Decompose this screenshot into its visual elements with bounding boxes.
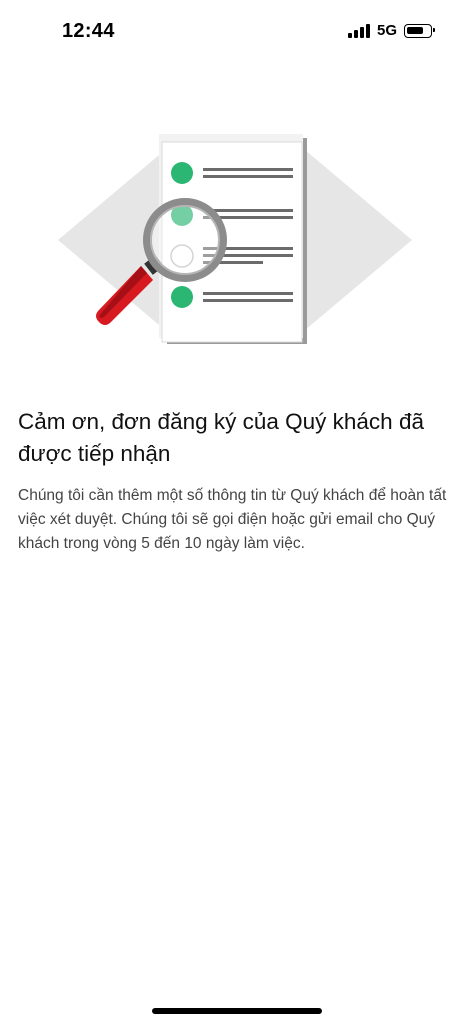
status-indicators: 5G bbox=[347, 22, 435, 39]
confirmation-title: Cảm ơn, đơn đăng ký của Quý khách đã đượ… bbox=[18, 409, 424, 466]
check-dot-4 bbox=[171, 286, 193, 308]
confirmation-description: Chúng tôi cần thêm một số thông tin từ Q… bbox=[18, 487, 447, 552]
network-type: 5G bbox=[376, 22, 397, 39]
document-review-illustration bbox=[55, 130, 415, 350]
status-bar: 12:44 5G bbox=[0, 0, 472, 60]
status-time: 12:44 bbox=[62, 20, 115, 42]
document-review-magnifier-icon bbox=[58, 134, 412, 344]
check-dot-1 bbox=[171, 162, 193, 184]
screen: 12:44 5G Cảm ơn, đơn đăng ký của Quý khá… bbox=[0, 0, 472, 1024]
cellular-signal-icon bbox=[347, 23, 370, 38]
battery-icon bbox=[404, 23, 435, 38]
confirmation-content: Cảm ơn, đơn đăng ký của Quý khách đã đượ… bbox=[18, 406, 450, 556]
magnifier-lens bbox=[143, 198, 227, 282]
home-indicator[interactable] bbox=[152, 1008, 322, 1014]
